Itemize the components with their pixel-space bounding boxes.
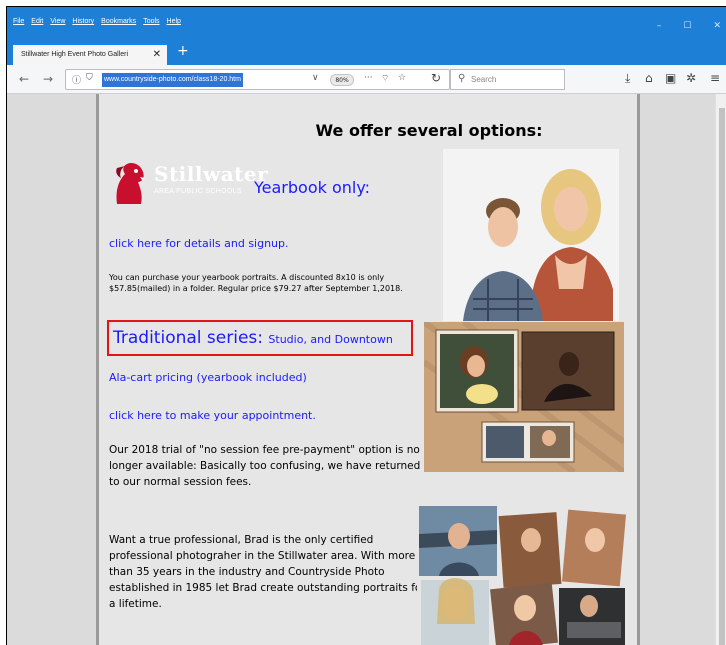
yearbook-heading: Yearbook only: [254, 178, 371, 197]
logo-subtext: AREA PUBLIC SCHOOLS [154, 188, 242, 195]
url-text[interactable]: www.countryside-photo.com/class18-20.htm [102, 73, 243, 87]
pony-logo-icon [116, 162, 145, 204]
nav-bar: ← → ⓘ ⛉ www.countryside-photo.com/class1… [7, 65, 726, 94]
chevron-down-icon[interactable]: ∨ [312, 73, 319, 83]
yearbook-portrait-photo [443, 149, 619, 321]
page-title: We offer several options: [315, 121, 543, 140]
menu-tools[interactable]: Tools [143, 18, 159, 25]
close-window-button[interactable]: ✕ [713, 21, 721, 31]
menu-bookmarks[interactable]: Bookmarks [101, 18, 136, 25]
trial-paragraph: Our 2018 trial of "no session fee pre-pa… [109, 444, 421, 488]
zoom-level[interactable]: 80% [330, 74, 354, 86]
portrait-collage-photo [417, 504, 627, 645]
alacart-pricing-link[interactable]: Ala-cart pricing (yearbook included) [109, 371, 307, 384]
traditional-subtitle: Studio, and Downtown [268, 333, 393, 346]
minimize-button[interactable]: – [657, 21, 662, 31]
scrollbar-thumb[interactable] [719, 108, 725, 645]
new-tab-button[interactable]: + [177, 43, 189, 59]
hamburger-menu-icon[interactable]: ≡ [710, 71, 720, 85]
download-icon[interactable]: ⤓ [625, 71, 630, 86]
yearbook-signup-link[interactable]: click here for details and signup. [109, 237, 289, 250]
bookmark-star-icon[interactable]: ☆ [398, 73, 406, 83]
traditional-series-highlight: Traditional series: Studio, and Downtown [107, 320, 413, 356]
tab-active[interactable]: Stillwater High Event Photo Galleri ✕ [13, 43, 167, 65]
appointment-link[interactable]: click here to make your appointment. [109, 409, 316, 422]
menu-bar: File Edit View History Bookmarks Tools H… [13, 18, 181, 25]
title-bar: File Edit View History Bookmarks Tools H… [7, 7, 726, 43]
browser-window: File Edit View History Bookmarks Tools H… [6, 6, 726, 645]
menu-history[interactable]: History [72, 18, 94, 25]
tab-close-icon[interactable]: ✕ [153, 49, 161, 60]
maximize-button[interactable]: ☐ [683, 21, 691, 31]
menu-view[interactable]: View [50, 18, 65, 25]
forward-icon[interactable]: → [43, 72, 53, 86]
logo-text: Stillwater [154, 162, 269, 186]
search-icon: ⚲ [458, 73, 466, 84]
shield-icon[interactable]: ⛉ [86, 73, 93, 83]
menu-file[interactable]: File [13, 18, 24, 25]
search-placeholder: Search [471, 75, 497, 84]
pocket-icon[interactable]: ⌔ [381, 73, 389, 84]
traditional-series-heading[interactable]: Traditional series: Studio, and Downtown [113, 328, 393, 348]
tab-title: Stillwater High Event Photo Galleri [21, 51, 128, 58]
traditional-album-photo [424, 322, 624, 472]
page-scrollbar[interactable] [715, 94, 726, 645]
search-input[interactable]: ⚲ Search [450, 69, 565, 90]
yearbook-description: You can purchase your yearbook portraits… [109, 273, 403, 293]
window-controls: – ☐ ✕ [657, 21, 726, 31]
reload-icon[interactable]: ↻ [431, 71, 441, 85]
menu-help[interactable]: Help [167, 18, 181, 25]
page-actions-icon[interactable]: ··· [364, 73, 373, 83]
url-bar[interactable]: ⓘ ⛉ www.countryside-photo.com/class18-20… [65, 69, 450, 90]
home-icon[interactable]: ⌂ [645, 71, 653, 85]
traditional-title: Traditional series: [113, 328, 263, 348]
back-icon[interactable]: ← [19, 72, 29, 86]
content-column: We offer several options: Stillwater ARE… [96, 94, 640, 645]
page-viewport: We offer several options: Stillwater ARE… [7, 94, 715, 645]
info-icon[interactable]: ⓘ [72, 73, 81, 86]
professional-paragraph: Want a true professional, Brad is the on… [109, 534, 426, 610]
reader-icon[interactable]: ▣ [665, 71, 676, 85]
extension-icon[interactable]: ✲ [686, 71, 696, 85]
menu-edit[interactable]: Edit [31, 18, 43, 25]
